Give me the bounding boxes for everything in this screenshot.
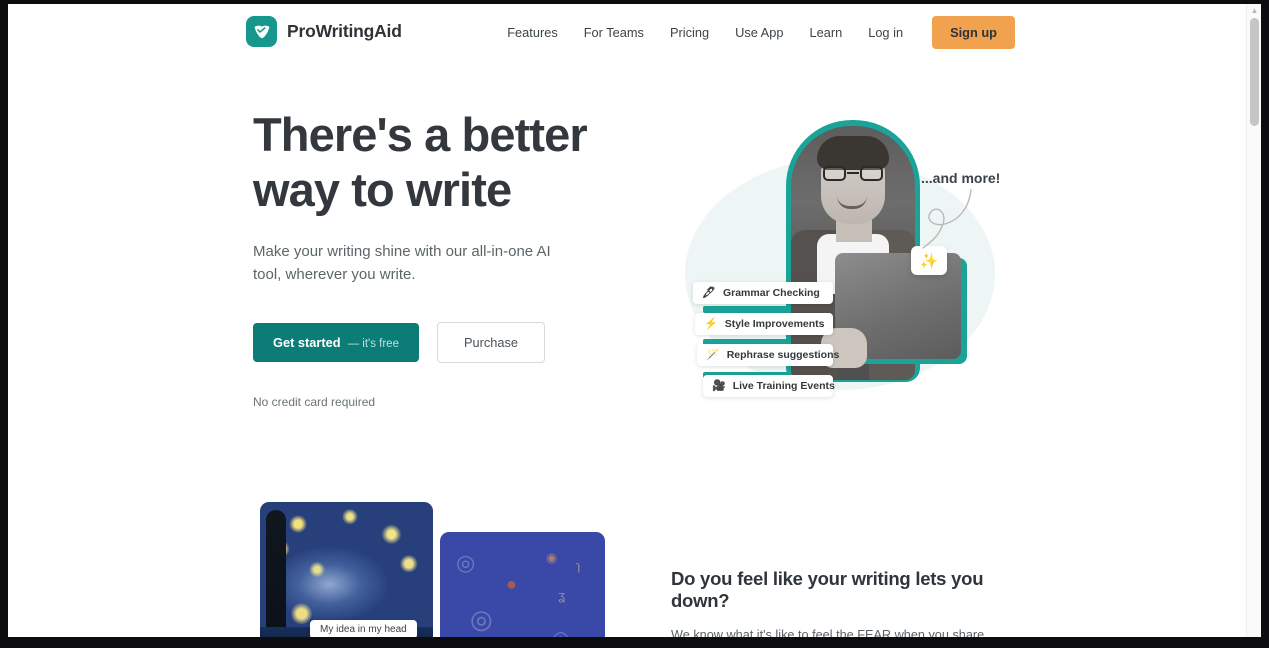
nav-item-use-app[interactable]: Use App <box>722 19 796 46</box>
eyeglasses-icon <box>823 166 883 181</box>
starry-night-illustration: ◎ ◉ ɿ ● ʓ ◎ ◎ My idea in my head <box>260 502 605 641</box>
feature-card-list: 🖋 Grammar Checking ⚡ Style Improvements … <box>693 282 839 406</box>
feature-card-live-training-events[interactable]: 🎥 Live Training Events <box>703 375 835 397</box>
lens-right <box>860 166 883 181</box>
person-hair <box>817 136 889 170</box>
magic-wand-icon: 🪄 <box>706 348 720 361</box>
hero-title-line-2: way to write <box>253 163 512 217</box>
book-feather-logo-icon <box>246 16 277 47</box>
feature-card-style-improvements[interactable]: ⚡ Style Improvements <box>695 313 833 335</box>
purchase-button[interactable]: Purchase <box>436 322 546 364</box>
curly-arrow-icon <box>922 189 972 249</box>
section2-copy-block: Do you feel like your writing lets you d… <box>671 568 1021 641</box>
brand-name: ProWritingAid <box>287 21 402 41</box>
hero-cta-group: Get started — it's free Purchase <box>253 322 633 364</box>
get-started-free-note: — it's free <box>347 338 399 351</box>
hero-copy-block: There's a better way to write Make your … <box>253 107 633 409</box>
glasses-bridge <box>847 172 859 174</box>
feature-label: Rephrase suggestions <box>726 349 840 361</box>
nav-item-pricing[interactable]: Pricing <box>657 19 722 46</box>
page-scrollbar[interactable]: ▲ <box>1246 4 1261 641</box>
nav-item-for-teams[interactable]: For Teams <box>571 19 657 46</box>
movie-camera-icon: 🎥 <box>712 379 726 392</box>
nav-item-log-in[interactable]: Log in <box>855 19 916 46</box>
sign-up-button[interactable]: Sign up <box>932 15 1015 49</box>
section2-heading: Do you feel like your writing lets you d… <box>671 568 984 611</box>
feature-label: Style Improvements <box>724 318 825 330</box>
quill-pen-icon: 🖋 <box>702 286 716 299</box>
get-started-label: Get started <box>273 335 341 351</box>
feature-label: Live Training Events <box>732 380 835 392</box>
feature-card-rephrase-suggestions[interactable]: 🪄 Rephrase suggestions <box>697 344 839 366</box>
brand-logo-link[interactable]: ProWritingAid <box>246 16 402 47</box>
page-viewport: ProWritingAid Features For Teams Pricing… <box>8 4 1261 641</box>
scrollbar-thumb[interactable] <box>1250 18 1259 126</box>
viewport-bottom-edge <box>8 637 1261 641</box>
feature-label: Grammar Checking <box>722 287 820 299</box>
chevron-up-icon[interactable]: ▲ <box>1250 6 1259 15</box>
simplified-painting-card: ◎ ◉ ɿ ● ʓ ◎ ◎ <box>440 532 605 641</box>
lens-left <box>823 166 846 181</box>
site-header: ProWritingAid Features For Teams Pricing… <box>8 4 1246 60</box>
hero-title: There's a better way to write <box>253 107 633 218</box>
browser-window-chrome: ProWritingAid Features For Teams Pricing… <box>0 0 1269 648</box>
hero-section: There's a better way to write Make your … <box>8 60 1246 490</box>
hero-illustration: ✨ ...and more! 🖋 Grammar Checking ⚡ Styl… <box>663 110 1033 440</box>
nav-item-features[interactable]: Features <box>494 19 571 46</box>
cypress-tree-shape <box>266 510 286 641</box>
and-more-label: ...and more! <box>921 170 1001 186</box>
hero-subtitle: Make your writing shine with our all-in-… <box>253 242 551 284</box>
feature-card-grammar-checking[interactable]: 🖋 Grammar Checking <box>693 282 833 304</box>
lightning-bolt-icon: ⚡ <box>704 317 718 330</box>
no-credit-card-note: No credit card required <box>253 395 376 410</box>
get-started-button[interactable]: Get started — it's free <box>253 323 419 363</box>
hero-title-line-1: There's a better <box>253 108 588 161</box>
nav-item-learn[interactable]: Learn <box>796 19 855 46</box>
main-navigation: Features For Teams Pricing Use App Learn… <box>494 4 1015 60</box>
writing-lets-you-down-section: ◎ ◉ ɿ ● ʓ ◎ ◎ My idea in my head Do you … <box>8 490 1246 641</box>
